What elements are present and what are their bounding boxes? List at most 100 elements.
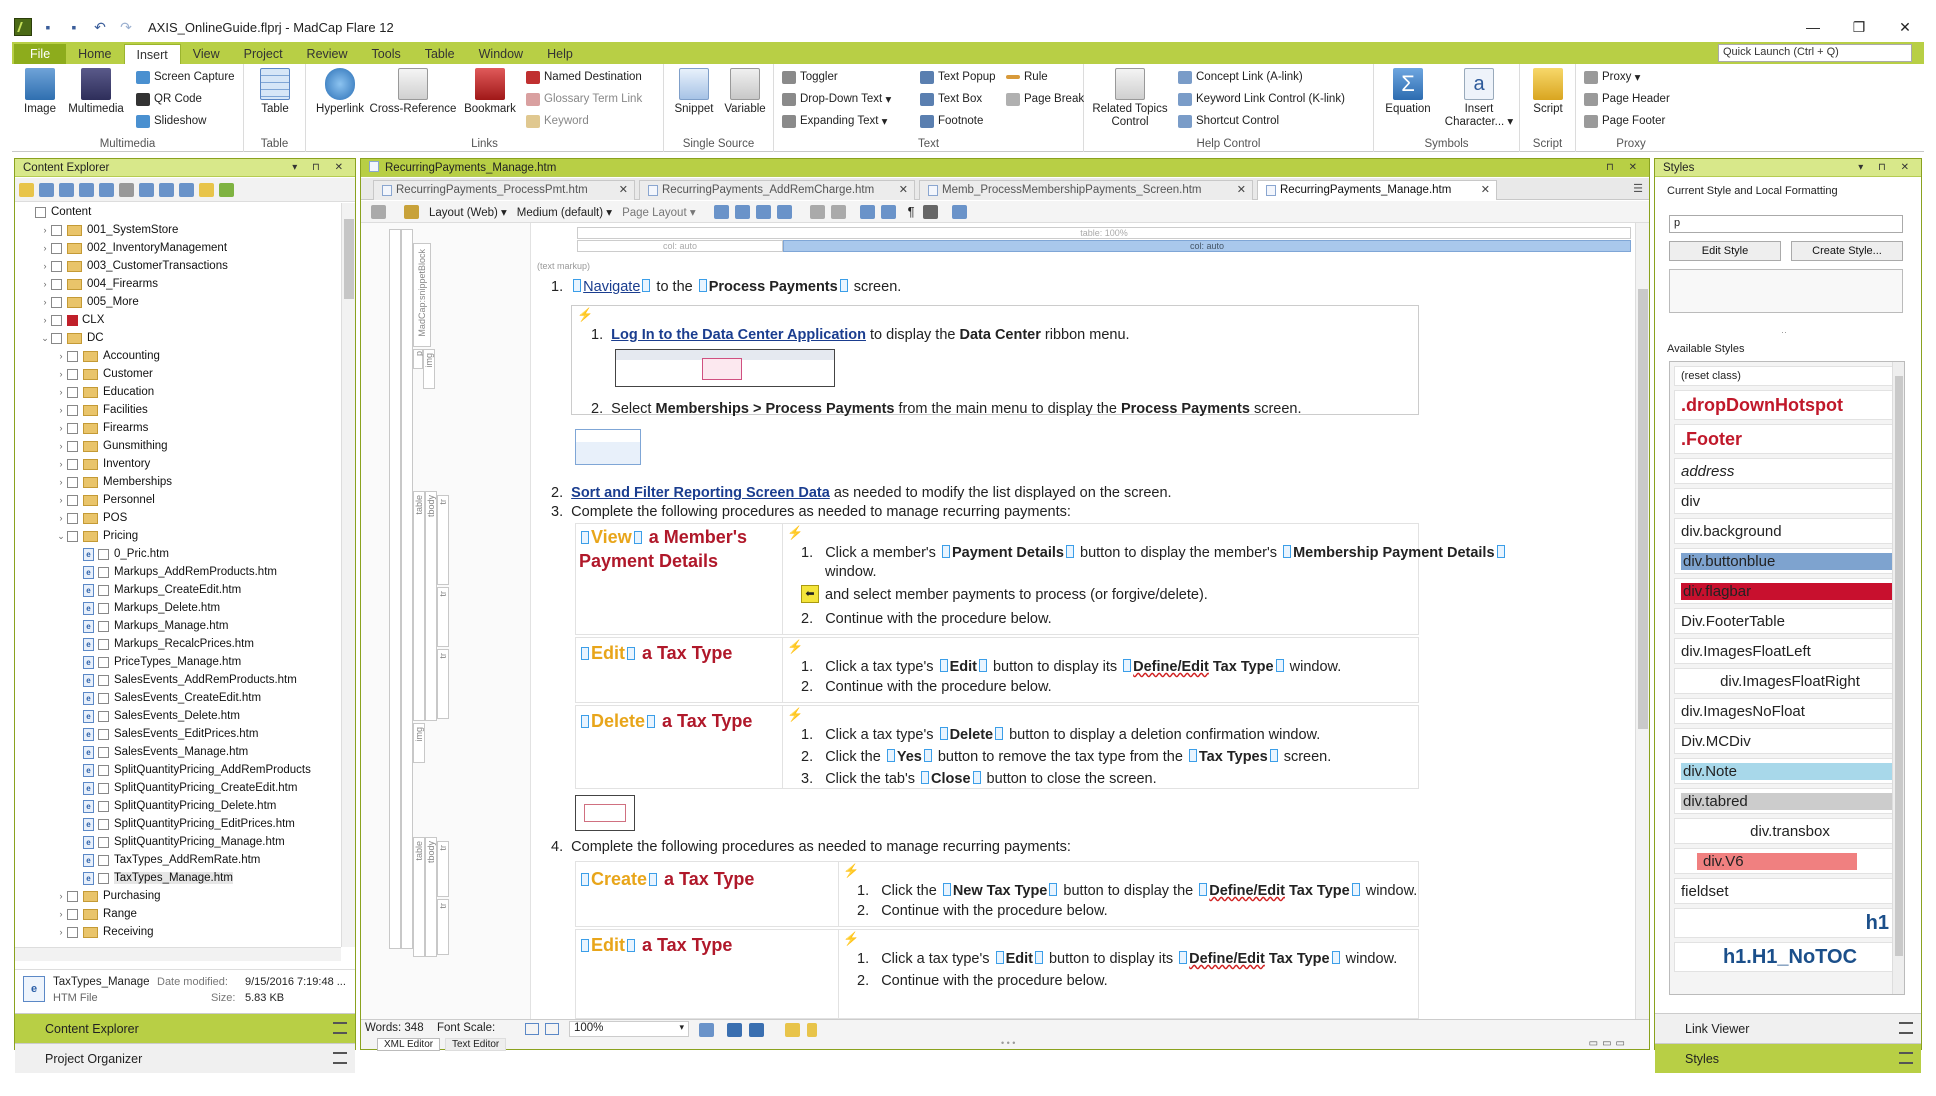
proxy-button[interactable]: Proxy ▾ — [1584, 68, 1640, 86]
toolbar-icon-10[interactable] — [951, 204, 967, 219]
script-button[interactable]: Script — [1526, 68, 1570, 116]
tree-item[interactable]: e SalesEvents_Manage.htm — [15, 743, 341, 761]
tree-checkbox[interactable] — [67, 440, 78, 452]
tree-checkbox[interactable] — [67, 890, 78, 902]
xml-editor-content[interactable]: MadCap:snippetBlock p img table tbody tr… — [361, 223, 1649, 1019]
close-tab-icon[interactable]: ✕ — [1237, 181, 1246, 200]
expand-chevron-icon[interactable]: › — [55, 369, 67, 379]
medium-dropdown[interactable]: Medium (default) ▾ — [517, 205, 612, 219]
save-all-icon[interactable]: ▪ — [64, 18, 84, 36]
variable-button[interactable]: Variable — [720, 68, 770, 116]
page-header-button[interactable]: Page Header — [1584, 90, 1670, 108]
bookmark-button[interactable]: Bookmark — [462, 68, 518, 116]
tab-project-organizer[interactable]: Project Organizer — [15, 1043, 355, 1073]
toolbar-icon-6[interactable] — [830, 204, 846, 219]
expand-chevron-icon[interactable]: › — [55, 423, 67, 433]
sync-icon[interactable] — [139, 182, 154, 197]
xml-editor-tab[interactable]: XML Editor — [377, 1038, 441, 1051]
tree-item[interactable]: e SplitQuantityPricing_CreateEdit.htm — [15, 779, 341, 797]
qr-code-button[interactable]: QR Code — [136, 90, 202, 108]
scrollbar-thumb[interactable] — [1895, 376, 1903, 956]
tree-checkbox[interactable] — [98, 800, 109, 812]
splitter-grip-icon[interactable]: ‥ — [1781, 325, 1787, 336]
tree-item[interactable]: e Markups_Manage.htm — [15, 617, 341, 635]
expand-chevron-icon[interactable]: › — [39, 297, 51, 307]
tree-checkbox[interactable] — [98, 710, 109, 722]
redo-icon[interactable]: ↷ — [116, 18, 136, 36]
tree-checkbox[interactable] — [35, 206, 46, 218]
page-footer-button[interactable]: Page Footer — [1584, 112, 1665, 130]
styles-panel-controls[interactable]: ▾ ⊓ ✕ — [1858, 159, 1915, 177]
close-tab-icon[interactable]: ✕ — [619, 181, 628, 200]
expand-chevron-icon[interactable]: ⌄ — [39, 333, 51, 344]
tab-view[interactable]: View — [181, 44, 232, 64]
style-item[interactable]: Div.FooterTable — [1674, 608, 1900, 634]
tab-window[interactable]: Window — [467, 44, 535, 64]
preview-icon[interactable] — [371, 204, 386, 219]
search-icon[interactable] — [179, 182, 194, 197]
tree-checkbox[interactable] — [67, 368, 78, 380]
folder-icon[interactable] — [19, 182, 34, 197]
style-item[interactable]: div.tabred — [1674, 788, 1900, 814]
tree-item[interactable]: e SalesEvents_EditPrices.htm — [15, 725, 341, 743]
view-mode-icon-1[interactable] — [699, 1023, 714, 1037]
tree-item[interactable]: › 005_More — [15, 293, 341, 311]
page-break-button[interactable]: Page Break — [1006, 90, 1084, 108]
tree-checkbox[interactable] — [98, 854, 109, 866]
keyword-button[interactable]: Keyword — [526, 112, 589, 130]
view-mode-icon-5[interactable] — [807, 1023, 817, 1037]
style-item[interactable]: fieldset — [1674, 878, 1900, 904]
expand-chevron-icon[interactable]: › — [55, 387, 67, 397]
tab-link-viewer[interactable]: Link Viewer — [1655, 1013, 1921, 1043]
dropdown-text-button[interactable]: Drop-Down Text ▾ — [782, 90, 891, 108]
tree-item[interactable]: › Firearms — [15, 419, 341, 437]
minimize-button[interactable]: — — [1790, 12, 1836, 42]
tab-styles[interactable]: Styles — [1655, 1043, 1921, 1073]
keyword-link-control-button[interactable]: Keyword Link Control (K-link) — [1178, 90, 1345, 108]
cross-reference-button[interactable]: Cross-Reference — [368, 68, 458, 116]
expand-chevron-icon[interactable]: › — [39, 315, 51, 325]
tree-checkbox[interactable] — [98, 872, 109, 884]
concept-link-button[interactable]: Concept Link (A-link) — [1178, 68, 1303, 86]
create-style-button[interactable]: Create Style... — [1791, 241, 1903, 261]
expand-chevron-icon[interactable]: › — [55, 513, 67, 523]
tree-item[interactable]: › Memberships — [15, 473, 341, 491]
tree-item[interactable]: e TaxTypes_Manage.htm — [15, 869, 341, 887]
font-scale-down-icon[interactable] — [525, 1023, 539, 1035]
tree-checkbox[interactable] — [67, 422, 78, 434]
scrollbar-thumb[interactable] — [1638, 289, 1648, 729]
tree-checkbox[interactable] — [98, 764, 109, 776]
expand-chevron-icon[interactable]: › — [55, 459, 67, 469]
toolbar-icon-4[interactable] — [776, 204, 792, 219]
show-paragraph-marks-icon[interactable]: ¶ — [908, 204, 915, 219]
tree-horizontal-scrollbar[interactable] — [15, 947, 341, 961]
close-tab-icon[interactable]: ✕ — [899, 181, 908, 200]
layout-dropdown[interactable]: Layout (Web) ▾ — [429, 205, 507, 219]
split-view-icons[interactable]: ▭▭▭ — [1589, 1038, 1629, 1049]
expand-chevron-icon[interactable]: › — [55, 441, 67, 451]
tree-item[interactable]: e Markups_RecalcPrices.htm — [15, 635, 341, 653]
tab-tools[interactable]: Tools — [360, 44, 413, 64]
style-item[interactable]: div.V6 — [1674, 848, 1900, 874]
expand-chevron-icon[interactable]: › — [55, 909, 67, 919]
tree-item[interactable]: › Personnel — [15, 491, 341, 509]
styles-vertical-scrollbar[interactable] — [1892, 362, 1904, 994]
undo-icon[interactable]: ↶ — [90, 18, 110, 36]
save-icon[interactable]: ▪ — [38, 18, 58, 36]
image-button[interactable]: Image — [18, 68, 62, 116]
tree-checkbox[interactable] — [51, 278, 62, 290]
tree-checkbox[interactable] — [98, 584, 109, 596]
tree-item[interactable]: e Markups_Delete.htm — [15, 599, 341, 617]
expand-chevron-icon[interactable]: › — [39, 243, 51, 253]
tree-checkbox[interactable] — [51, 224, 62, 236]
sort-filter-link[interactable]: Sort and Filter Reporting Screen Data — [571, 485, 830, 501]
named-destination-button[interactable]: Named Destination — [526, 68, 642, 86]
tree-vertical-scrollbar[interactable] — [341, 203, 355, 947]
tree-checkbox[interactable] — [51, 242, 62, 254]
tree-item[interactable]: › 004_Firearms — [15, 275, 341, 293]
add-file-icon[interactable] — [219, 182, 234, 197]
style-item[interactable]: div.ImagesFloatLeft — [1674, 638, 1900, 664]
tree-item[interactable]: › Range — [15, 905, 341, 923]
doc-tab-recurringpayments-manage[interactable]: RecurringPayments_Manage.htm ✕ — [1257, 180, 1497, 200]
restore-button[interactable]: ❐ — [1836, 12, 1882, 42]
